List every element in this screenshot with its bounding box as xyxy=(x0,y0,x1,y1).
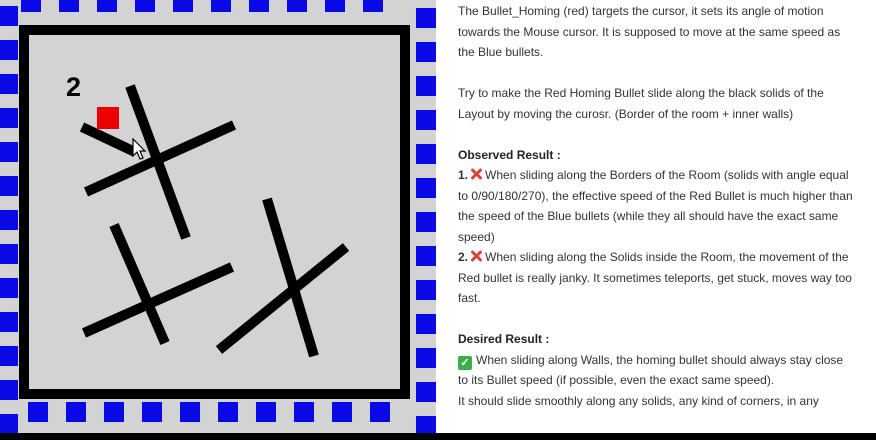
blue-bullet xyxy=(416,8,436,28)
desired-line: When sliding along Walls, the homing bul… xyxy=(476,352,844,367)
blue-bullet xyxy=(211,0,231,12)
blue-bullet xyxy=(0,74,18,94)
blue-bullet xyxy=(173,0,193,12)
blue-bullet xyxy=(66,402,86,422)
blue-bullet xyxy=(0,108,18,128)
blue-bullet xyxy=(416,246,436,266)
intro-line: the Blue bullets. xyxy=(458,45,544,59)
blue-bullet xyxy=(416,144,436,164)
description-panel: The Bullet_Homing (red) targets the curs… xyxy=(438,0,876,433)
game-layout xyxy=(0,0,436,433)
blue-bullet xyxy=(294,402,314,422)
blue-bullet xyxy=(21,0,41,12)
desired-item: ✓ When sliding along Walls, the homing bu… xyxy=(458,350,864,371)
intro-line: towards the Mouse cursor. It is supposed… xyxy=(458,24,841,39)
blue-bullet xyxy=(59,0,79,12)
desired-line: to its Bullet speed (if possible, even t… xyxy=(458,373,775,387)
inner-wall xyxy=(79,122,138,157)
room-border-wall xyxy=(19,25,410,399)
blue-bullet xyxy=(28,402,48,422)
blue-bullet xyxy=(0,380,18,400)
red-homing-bullet xyxy=(97,107,119,129)
instruction-line: Try to make the Red Homing Bullet slide … xyxy=(458,86,824,100)
blue-bullet xyxy=(416,212,436,232)
observed-line: When sliding along the Borders of the Ro… xyxy=(485,168,849,182)
blue-bullet xyxy=(363,0,383,12)
blue-bullet xyxy=(0,40,18,60)
check-mark-icon: ✓ xyxy=(458,355,472,370)
blue-bullet xyxy=(0,244,18,264)
observed-line: When sliding along the Solids inside the… xyxy=(485,250,849,264)
instruction-line: Layout by moving the curosr. (Border of … xyxy=(458,106,794,121)
blue-bullet xyxy=(416,314,436,334)
bottom-edge-bar xyxy=(0,433,876,440)
blue-bullet xyxy=(97,0,117,12)
game-canvas[interactable]: 2 xyxy=(0,0,436,433)
score-counter: 2 xyxy=(66,72,82,102)
item-number: 2. xyxy=(458,250,469,264)
blue-bullet xyxy=(416,416,436,433)
blue-bullet xyxy=(0,176,18,196)
inner-wall xyxy=(109,223,170,345)
cross-mark-icon xyxy=(470,250,482,262)
item-number: 1. xyxy=(458,168,469,182)
desired-result-heading: Desired Result : xyxy=(458,332,550,346)
blue-bullet xyxy=(416,382,436,402)
blue-bullet xyxy=(416,348,436,368)
intro-line: The Bullet_Homing (red) targets the curs… xyxy=(458,4,824,18)
blue-bullet xyxy=(416,178,436,198)
blue-bullet xyxy=(416,76,436,96)
blue-bullets-right-column xyxy=(416,8,436,433)
blue-bullet xyxy=(332,402,352,422)
blue-bullet xyxy=(0,142,18,162)
blue-bullet xyxy=(370,402,390,422)
observed-line: to 0/90/180/270), the effective speed of… xyxy=(458,188,853,203)
blue-bullet xyxy=(416,280,436,300)
mouse-cursor-icon xyxy=(132,138,147,160)
observed-item: 1. When sliding along the Borders of the … xyxy=(458,165,864,186)
blue-bullet xyxy=(0,6,18,26)
blue-bullets-left-column xyxy=(0,6,18,433)
blue-bullet xyxy=(142,402,162,422)
blue-bullet xyxy=(0,346,18,366)
blue-bullet xyxy=(218,402,238,422)
blue-bullet xyxy=(0,414,18,433)
blue-bullet xyxy=(249,0,269,12)
blue-bullet xyxy=(104,402,124,422)
observed-item: 2. When sliding along the Solids inside t… xyxy=(458,247,864,268)
observed-line: fast. xyxy=(458,291,481,305)
blue-bullet xyxy=(256,402,276,422)
blue-bullet xyxy=(0,278,18,298)
cross-mark-icon xyxy=(470,168,482,180)
blue-bullet xyxy=(416,110,436,130)
blue-bullet xyxy=(0,312,18,332)
blue-bullet xyxy=(287,0,307,12)
blue-bullet xyxy=(416,42,436,62)
blue-bullet xyxy=(0,210,18,230)
blue-bullet xyxy=(135,0,155,12)
observed-line: Red bullet is really janky. It sometimes… xyxy=(458,270,852,285)
observed-line: the speed of the Blue bullets (while the… xyxy=(458,209,839,223)
observed-line: speed) xyxy=(458,229,495,244)
blue-bullet xyxy=(180,402,200,422)
blue-bullet xyxy=(325,0,345,12)
desired-line: It should slide smoothly along any solid… xyxy=(458,393,819,408)
blue-bullets-bottom-row xyxy=(28,402,390,422)
blue-bullets-top-row xyxy=(21,0,383,12)
observed-result-heading: Observed Result : xyxy=(458,147,561,162)
